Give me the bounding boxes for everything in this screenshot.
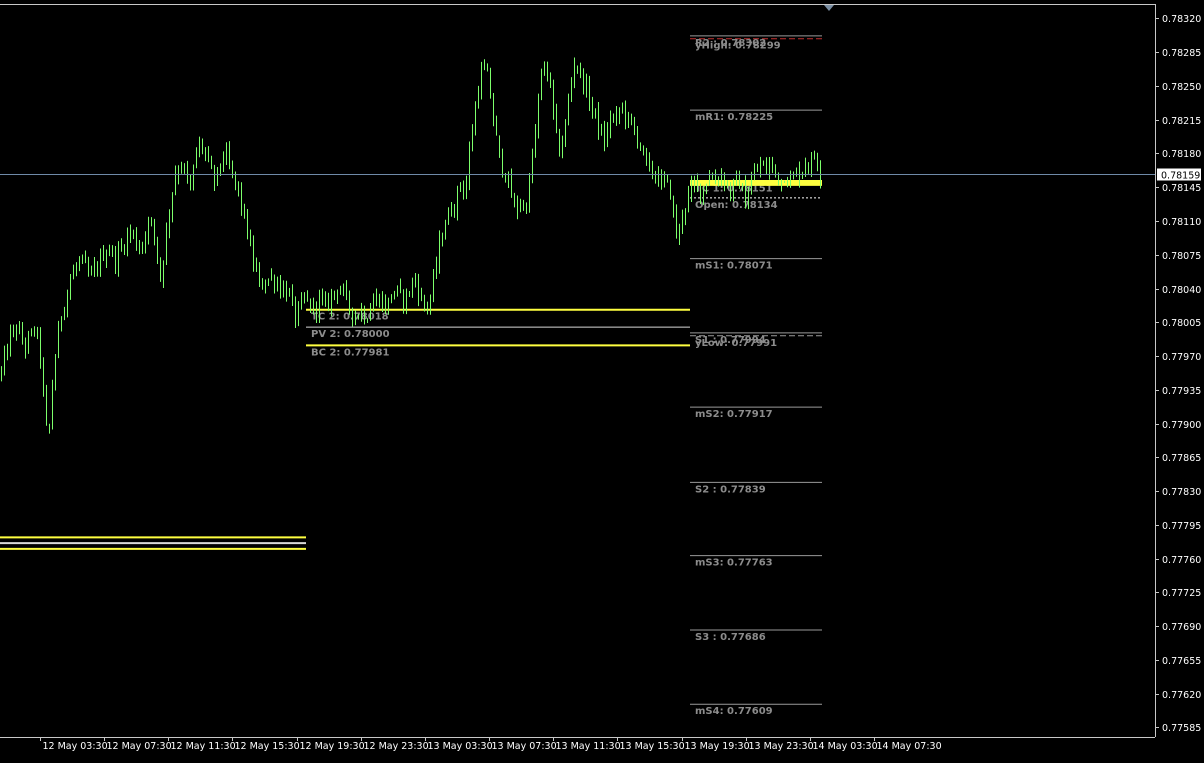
- pivot-level-label: S2 : 0.77839: [695, 484, 766, 495]
- price-tick-label: 0.77690: [1162, 622, 1201, 633]
- pivot-level-label: S3 : 0.77686: [695, 632, 766, 643]
- price-tick-label: 0.78145: [1162, 183, 1201, 194]
- price-chart[interactable]: yHigh: 0.78299R2 : 0.78302mR1: 0.78225Op…: [0, 0, 1204, 759]
- pivot-level-label: Open: 0.78134: [695, 200, 778, 211]
- pivot-level-label: mS4: 0.77609: [695, 706, 773, 717]
- price-axis: 0.78320 0.78285 0.78250 0.78215 0.78180 0.781…: [1155, 14, 1201, 734]
- time-tick-label: 14 May 07:30: [877, 741, 942, 752]
- chart-shift-icon[interactable]: [824, 5, 834, 11]
- price-tick-label: 0.78180: [1162, 149, 1201, 160]
- pivot-level-label: BC 2: 0.77981: [311, 347, 389, 358]
- current-price-line: 0.78159: [0, 168, 1201, 182]
- price-tick-label: 0.78250: [1162, 82, 1201, 93]
- time-axis: 12 May 03:3012 May 07:3012 May 11:3012 M…: [40, 737, 942, 752]
- price-tick-label: 0.78285: [1162, 48, 1201, 59]
- price-tick-label: 0.78040: [1162, 285, 1201, 296]
- pivot-level-label: mS3: 0.77763: [695, 558, 773, 569]
- price-tick-label: 0.78075: [1162, 251, 1201, 262]
- time-tick-label: 12 May 15:30: [235, 741, 300, 752]
- time-tick-label: 13 May 07:30: [492, 741, 557, 752]
- price-tick-label: 0.77620: [1162, 690, 1201, 701]
- pivot-level-label: yLow: 0.77991: [695, 338, 777, 349]
- time-tick-label: 13 May 11:30: [556, 741, 621, 752]
- time-tick-label: 13 May 15:30: [620, 741, 685, 752]
- price-tick-label: 0.77935: [1162, 386, 1201, 397]
- pivot-level-label: R2 : 0.78302: [695, 38, 766, 49]
- pivot-level-label: mS2: 0.77917: [695, 409, 773, 420]
- price-tick-label: 0.78215: [1162, 116, 1201, 127]
- price-tick-label: 0.78005: [1162, 318, 1201, 329]
- time-tick-label: 14 May 03:30: [813, 741, 878, 752]
- price-tick-label: 0.77830: [1162, 487, 1201, 498]
- time-tick-label: 12 May 19:30: [300, 741, 365, 752]
- price-tick-label: 0.77900: [1162, 420, 1201, 431]
- time-tick-label: 13 May 19:30: [685, 741, 750, 752]
- time-tick-label: 12 May 07:30: [107, 741, 172, 752]
- price-tick-label: 0.77970: [1162, 352, 1201, 363]
- time-tick-label: 13 May 23:30: [749, 741, 814, 752]
- price-tick-label: 0.77865: [1162, 453, 1201, 464]
- price-tick-label: 0.78110: [1162, 217, 1201, 228]
- chart-frame: [0, 4, 1156, 738]
- price-tick-label: 0.77725: [1162, 588, 1201, 599]
- chart-shift-marker: [824, 5, 834, 11]
- price-tick-label: 0.77655: [1162, 656, 1201, 667]
- pivot-level-label: mR1: 0.78225: [695, 112, 773, 123]
- time-tick-label: 12 May 23:30: [364, 741, 429, 752]
- current-price-label: 0.78159: [1161, 171, 1200, 182]
- price-tick-label: 0.77585: [1162, 723, 1201, 734]
- pivot-level-label: PV 2: 0.78000: [311, 329, 390, 340]
- time-tick-label: 13 May 03:30: [428, 741, 493, 752]
- chart-window[interactable]: yHigh: 0.78299 R2 : 0.78302 mR1: 0.78225 Op…: [0, 0, 1204, 759]
- price-tick-label: 0.78320: [1162, 14, 1201, 25]
- price-tick-label: 0.77795: [1162, 521, 1201, 532]
- pivot-levels: yHigh: 0.78299R2 : 0.78302mR1: 0.78225Op…: [0, 35, 822, 717]
- time-tick-label: 12 May 11:30: [171, 741, 236, 752]
- pivot-level-label: mS1: 0.78071: [695, 261, 773, 272]
- time-tick-label: 12 May 03:30: [43, 741, 108, 752]
- price-tick-label: 0.77760: [1162, 555, 1201, 566]
